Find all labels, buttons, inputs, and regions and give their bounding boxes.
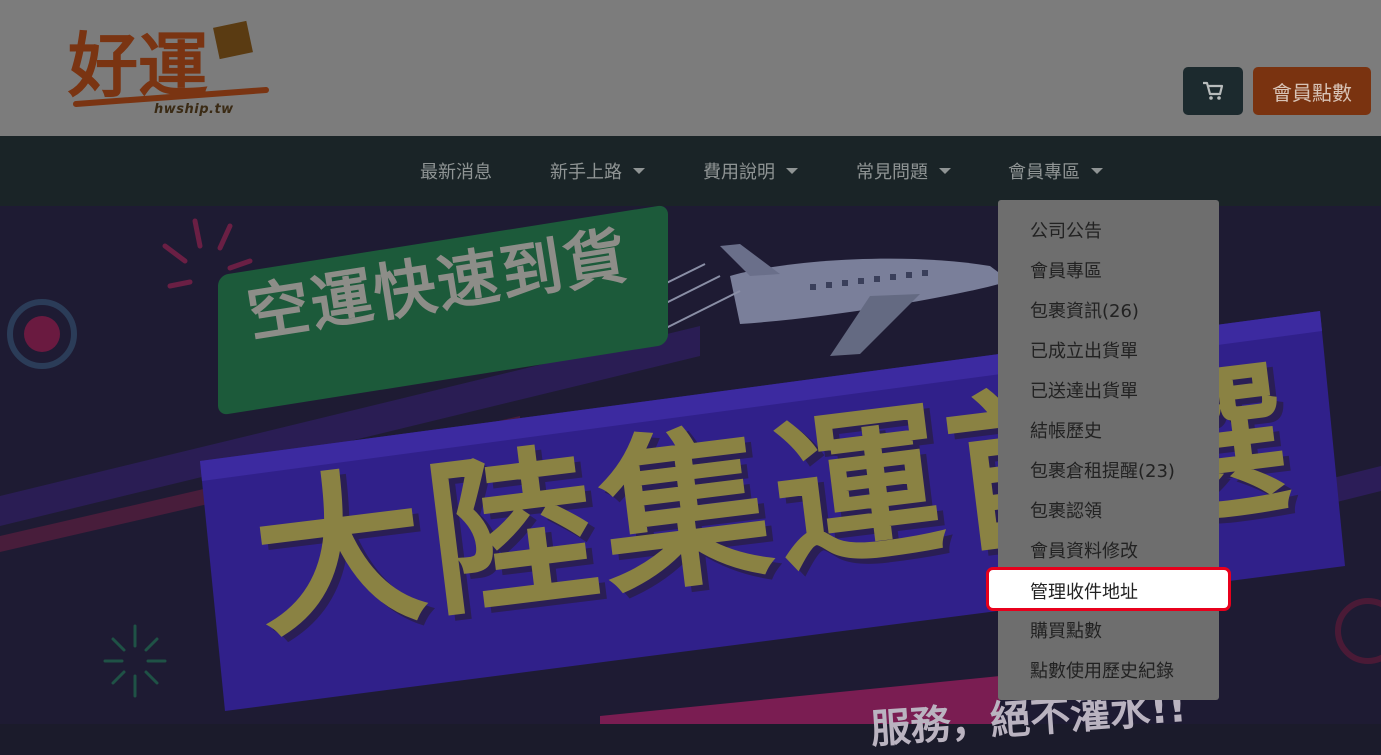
logo-box-icon (213, 20, 253, 60)
nav-member-area[interactable]: 會員專區 (1008, 136, 1103, 206)
dropdown-item-member-area[interactable]: 會員專區 (1030, 250, 1102, 290)
caret-down-icon (939, 168, 951, 174)
dropdown-item-manage-addresses[interactable]: 管理收件地址 (1030, 571, 1138, 611)
caret-down-icon (786, 168, 798, 174)
site-logo[interactable]: 好運 hwship.tw (66, 12, 281, 122)
caret-down-icon (1091, 168, 1103, 174)
dropdown-item-announcements[interactable]: 公司公告 (1030, 210, 1102, 250)
logo-subtext: hwship.tw (154, 102, 234, 117)
nav-pricing[interactable]: 費用說明 (703, 136, 798, 206)
nav-faq[interactable]: 常見問題 (856, 136, 951, 206)
site-header: 好運 hwship.tw 會員點數 (0, 0, 1381, 136)
main-navbar: 最新消息 新手上路 費用說明 常見問題 會員專區 (0, 136, 1381, 206)
nav-faq-label: 常見問題 (856, 162, 928, 183)
cart-icon (1203, 81, 1224, 100)
dropdown-item-created-shipments[interactable]: 已成立出貨單 (1030, 330, 1138, 370)
nav-pricing-label: 費用說明 (703, 162, 775, 183)
caret-down-icon (633, 168, 645, 174)
dropdown-item-package-claim[interactable]: 包裹認領 (1030, 490, 1102, 530)
dropdown-item-edit-profile[interactable]: 會員資料修改 (1030, 530, 1138, 570)
nav-news-label: 最新消息 (420, 162, 492, 183)
nav-getting-started[interactable]: 新手上路 (550, 136, 645, 206)
dropdown-item-billing-history[interactable]: 結帳歷史 (1030, 410, 1102, 450)
nav-news[interactable]: 最新消息 (420, 136, 492, 206)
member-points-button[interactable]: 會員點數 (1253, 67, 1371, 115)
nav-member-area-label: 會員專區 (1008, 162, 1080, 183)
dropdown-item-package-info[interactable]: 包裹資訊(26) (1030, 290, 1139, 330)
dropdown-item-delivered-shipments[interactable]: 已送達出貨單 (1030, 370, 1138, 410)
member-area-dropdown: 公司公告 會員專區 包裹資訊(26) 已成立出貨單 已送達出貨單 結帳歷史 包裹… (998, 200, 1219, 700)
dropdown-item-buy-points[interactable]: 購買點數 (1030, 610, 1102, 650)
nav-getting-started-label: 新手上路 (550, 162, 622, 183)
dropdown-item-points-history[interactable]: 點數使用歷史紀錄 (1030, 650, 1174, 690)
dropdown-item-storage-reminder[interactable]: 包裹倉租提醒(23) (1030, 450, 1175, 490)
cart-button[interactable] (1183, 67, 1243, 115)
